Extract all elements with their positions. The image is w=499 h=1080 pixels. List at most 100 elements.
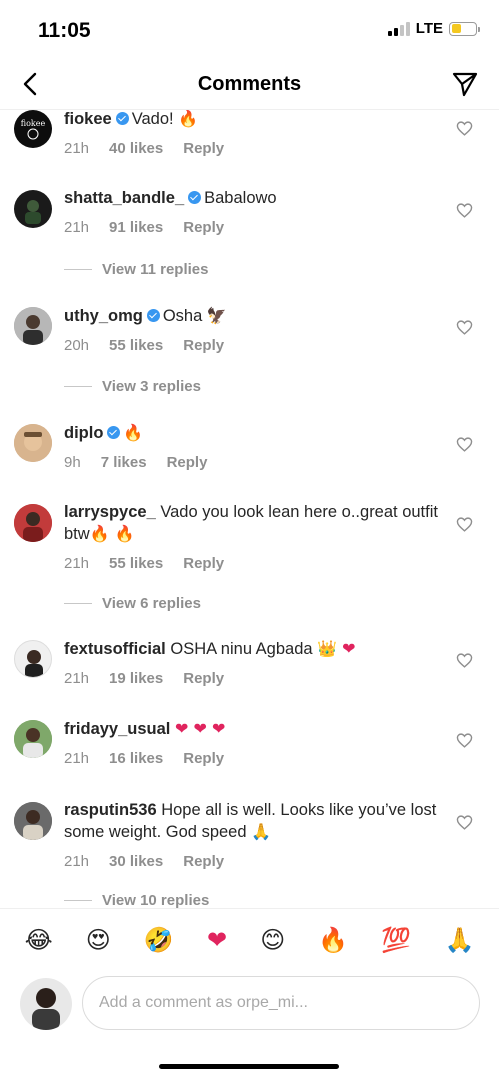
comment-likes[interactable]: 40 likes (109, 140, 163, 157)
comment-text: larryspyce_ Vado you look lean here o..g… (64, 502, 439, 545)
comment-likes[interactable]: 19 likes (109, 670, 163, 687)
comment-username[interactable]: shatta_bandle_ (64, 189, 184, 207)
avatar[interactable] (14, 802, 52, 840)
my-avatar (20, 978, 72, 1030)
status-time: 11:05 (38, 19, 91, 42)
home-indicator[interactable] (159, 1064, 339, 1069)
emoji-quick-bar: 😂 😍 🤣 ❤ 😊 🔥 💯 🙏 (0, 908, 499, 970)
comment-text: rasputin536 Hope all is well. Looks like… (64, 800, 439, 843)
comment-time: 9h (64, 454, 81, 471)
comment-message: Osha (162, 307, 203, 325)
comment-likes[interactable]: 7 likes (101, 454, 147, 471)
paper-plane-icon (452, 72, 478, 97)
avatar[interactable] (14, 720, 52, 758)
comment-message: Babalowo (204, 189, 277, 207)
comment-text: fextusofficial OSHA ninu Agbada 👑 ❤ (64, 638, 439, 660)
comment-time: 21h (64, 140, 90, 157)
reply-button[interactable]: Reply (183, 670, 224, 687)
comment-username[interactable]: uthy_omg (64, 307, 143, 325)
signal-icon (387, 21, 410, 36)
avatar[interactable] (14, 504, 52, 542)
avatar[interactable] (14, 307, 52, 345)
emoji-button[interactable]: 🔥 (318, 926, 348, 954)
comment-text: fridayy_usual ❤ ❤ ❤ (64, 718, 439, 740)
comment-likes[interactable]: 16 likes (109, 750, 163, 767)
comment-text: uthy_omg Osha 🦅 (64, 305, 439, 327)
comment-text: fiokee Vado! 🔥 (64, 110, 439, 130)
reply-button[interactable]: Reply (183, 337, 224, 354)
avatar[interactable] (14, 424, 52, 462)
view-replies-button[interactable]: View 10 replies (64, 892, 209, 908)
comment-body: fridayy_usual ❤ ❤ ❤ 21h 16 likes Reply (64, 718, 439, 767)
comment-likes[interactable]: 55 likes (109, 555, 163, 572)
comment-username[interactable]: fridayy_usual (64, 720, 170, 738)
heart-outline-icon[interactable] (456, 516, 473, 533)
avatar[interactable] (14, 640, 52, 678)
reply-button[interactable]: Reply (183, 750, 224, 767)
view-replies-button[interactable]: View 6 replies (64, 595, 201, 612)
reply-button[interactable]: Reply (183, 853, 224, 870)
comment-likes[interactable]: 30 likes (109, 853, 163, 870)
network-label: LTE (415, 20, 443, 37)
comment-body: larryspyce_ Vado you look lean here o..g… (64, 502, 439, 572)
comment-meta: 20h 55 likes Reply (64, 337, 439, 354)
comment-emoji: 👑 ❤ (317, 639, 356, 658)
view-replies-button[interactable]: View 11 replies (64, 261, 208, 278)
comment-username[interactable]: rasputin536 (64, 801, 157, 819)
avatar[interactable] (14, 190, 52, 228)
comment-username[interactable]: fextusofficial (64, 640, 166, 658)
emoji-button[interactable]: 😂 (25, 926, 53, 954)
comment-time: 21h (64, 750, 90, 767)
comment-input[interactable] (82, 976, 480, 1030)
comment-likes[interactable]: 55 likes (109, 337, 163, 354)
emoji-button[interactable]: 🤣 (144, 926, 174, 954)
heart-outline-icon[interactable] (456, 319, 473, 336)
reply-button[interactable]: Reply (183, 555, 224, 572)
comment-emoji: 🙏 (251, 822, 272, 841)
comment-username[interactable]: fiokee (64, 110, 112, 128)
battery-level (451, 24, 461, 33)
heart-outline-icon[interactable] (456, 732, 473, 749)
heart-outline-icon[interactable] (456, 652, 473, 669)
comment-body: rasputin536 Hope all is well. Looks like… (64, 800, 439, 870)
comment-meta: 9h 7 likes Reply (64, 454, 439, 471)
comment-likes[interactable]: 91 likes (109, 219, 163, 236)
heart-outline-icon[interactable] (456, 814, 473, 831)
emoji-button[interactable]: 💯 (381, 926, 411, 954)
emoji-button[interactable]: 🙏 (444, 926, 474, 954)
view-replies-label: View 3 replies (102, 378, 201, 395)
verified-badge-icon (146, 309, 160, 322)
comment-time: 21h (64, 670, 90, 687)
heart-outline-icon[interactable] (456, 202, 473, 219)
comment-emoji: 🔥 (123, 423, 144, 442)
view-replies-button[interactable]: View 3 replies (64, 378, 201, 395)
divider (64, 269, 92, 270)
comment-text: shatta_bandle_ Babalowo (64, 188, 439, 209)
reply-button[interactable]: Reply (167, 454, 208, 471)
heart-outline-icon[interactable] (456, 436, 473, 453)
heart-outline-icon[interactable] (456, 120, 473, 137)
comments-list[interactable]: fiokee fiokee Vado! 🔥 21h 40 likes Reply sh… (0, 110, 499, 908)
emoji-button[interactable]: 😊 (260, 926, 285, 954)
avatar[interactable]: fiokee (14, 110, 52, 148)
comment-body: fextusofficial OSHA ninu Agbada 👑 ❤ 21h 1… (64, 638, 439, 687)
comment-username[interactable]: larryspyce_ (64, 503, 156, 521)
status-bar: 11:05 LTE (0, 0, 499, 58)
view-replies-label: View 11 replies (102, 261, 209, 278)
reply-button[interactable]: Reply (183, 219, 224, 236)
share-button[interactable] (449, 68, 481, 100)
comment-body: fiokee Vado! 🔥 21h 40 likes Reply (64, 110, 439, 157)
view-replies-label: View 10 replies (102, 892, 210, 908)
reply-button[interactable]: Reply (183, 140, 224, 157)
comment-meta: 21h 30 likes Reply (64, 853, 439, 870)
comment-time: 21h (64, 555, 90, 572)
comment-emoji: ❤ ❤ ❤ (174, 719, 226, 738)
emoji-button[interactable]: ❤ (207, 926, 227, 954)
comment-emoji: 🔥 (178, 110, 199, 128)
divider (64, 900, 92, 901)
svg-text:fiokee: fiokee (21, 119, 46, 128)
emoji-button[interactable]: 😍 (86, 926, 111, 954)
comment-username[interactable]: diplo (64, 424, 103, 442)
comment-body: shatta_bandle_ Babalowo 21h 91 likes Reply (64, 188, 439, 236)
page-title: Comments (197, 73, 302, 95)
